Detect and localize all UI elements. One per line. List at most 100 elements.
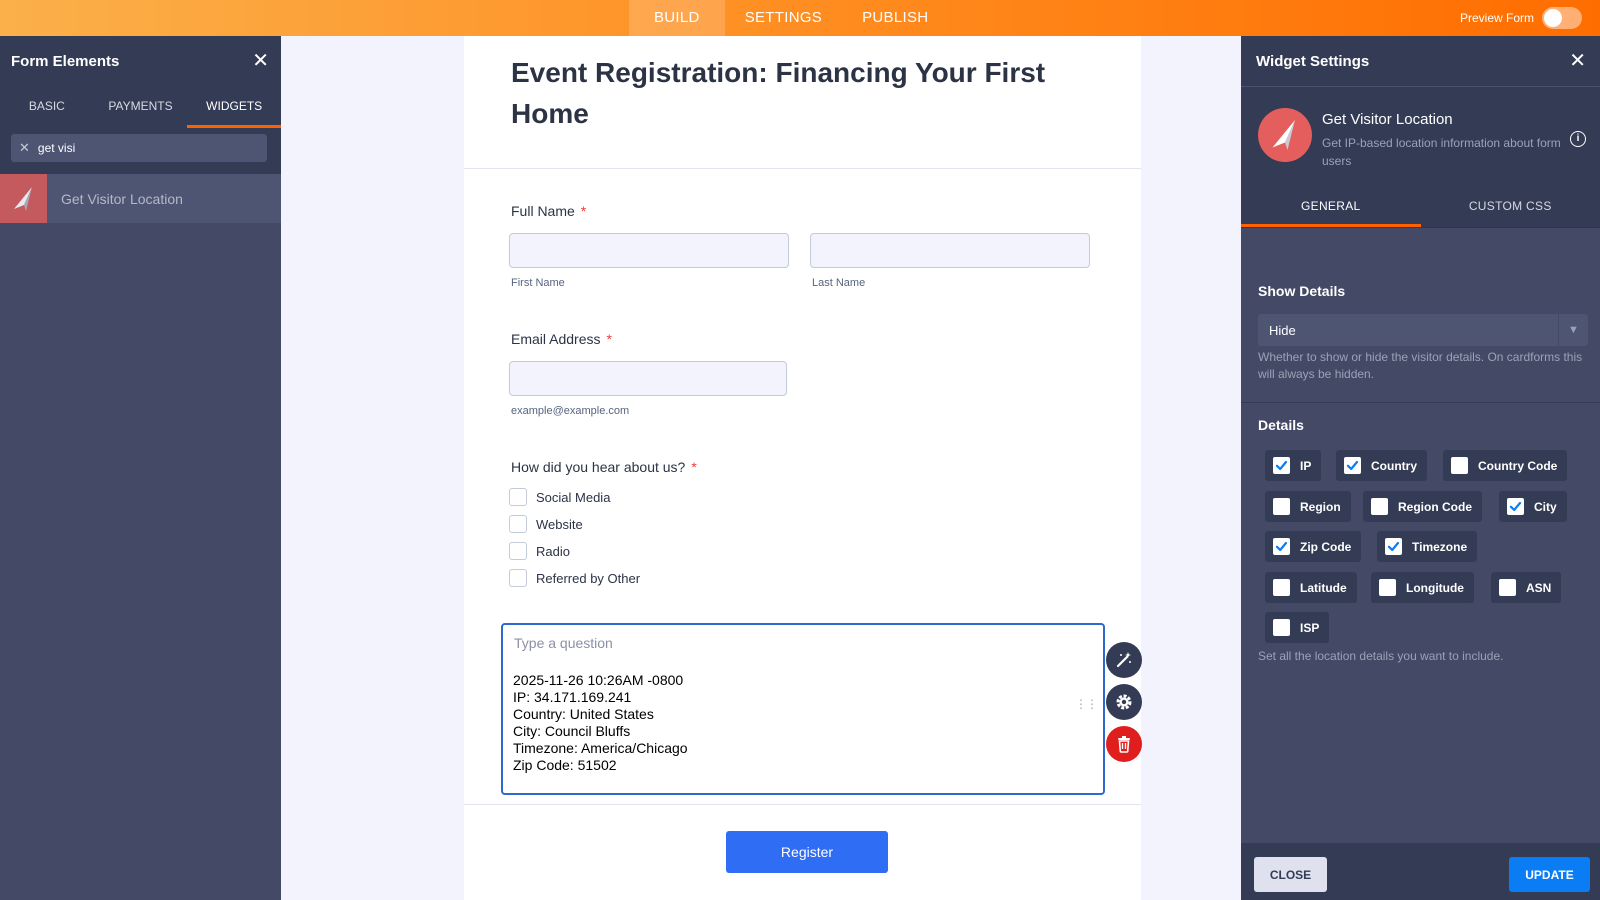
form-elements-tabs: BASIC PAYMENTS WIDGETS [0, 86, 282, 128]
close-button[interactable]: CLOSE [1254, 857, 1327, 892]
detail-label: Country [1371, 458, 1417, 473]
checkbox[interactable] [1371, 498, 1388, 515]
form-canvas: Event Registration: Financing Your First… [464, 36, 1141, 900]
required-mark: * [606, 331, 612, 347]
section-divider [1241, 402, 1600, 403]
details-help: Set all the location details you want to… [1258, 649, 1504, 663]
detail-label: Region Code [1398, 499, 1472, 514]
hear-about-label-text: How did you hear about us? [511, 459, 686, 475]
show-details-help: Whether to show or hide the visitor deta… [1258, 350, 1583, 381]
preview-form-label: Preview Form [1459, 11, 1534, 25]
detail-latitude[interactable]: Latitude [1265, 572, 1357, 603]
visitor-details: 2025-11-26 10:26AM -0800 IP: 34.171.169.2… [513, 672, 688, 774]
option-radio[interactable]: Radio [509, 542, 570, 560]
full-name-label-text: Full Name [511, 203, 575, 219]
info-icon[interactable]: i [1570, 131, 1586, 147]
checkbox[interactable] [509, 515, 527, 533]
close-icon[interactable]: ✕ [1569, 51, 1586, 71]
tab-widgets[interactable]: WIDGETS [187, 86, 282, 128]
detail-timezone[interactable]: Timezone [1377, 531, 1478, 562]
visitor-detail-line: 2025-11-26 10:26AM -0800 [513, 672, 684, 688]
tab-basic[interactable]: BASIC [0, 86, 94, 128]
tab-general[interactable]: GENERAL [1241, 186, 1421, 227]
checkbox[interactable] [1273, 457, 1290, 474]
email-label-text: Email Address [511, 331, 601, 347]
checkbox[interactable] [1451, 457, 1468, 474]
checkbox[interactable] [1273, 579, 1290, 596]
tab-payments[interactable]: PAYMENTS [94, 86, 188, 128]
tab-build[interactable]: BUILD [629, 0, 725, 36]
detail-country[interactable]: Country [1336, 450, 1427, 481]
detail-region[interactable]: Region [1265, 491, 1351, 522]
checkbox[interactable] [1273, 619, 1290, 636]
tab-settings[interactable]: SETTINGS [725, 0, 842, 36]
form-title[interactable]: Event Registration: Financing Your First… [511, 52, 1095, 134]
checkbox[interactable] [509, 569, 527, 587]
trash-icon [1118, 736, 1130, 753]
detail-label: Latitude [1300, 580, 1347, 595]
option-referred-by-other[interactable]: Referred by Other [509, 569, 640, 587]
email-input[interactable] [509, 361, 787, 396]
checkmark-icon [1275, 460, 1288, 471]
detail-label: IP [1300, 458, 1312, 473]
drag-handle-icon[interactable]: ⋮⋮ [1075, 698, 1098, 710]
show-details-select[interactable]: Hide ▼ [1258, 314, 1588, 346]
email-sublabel: example@example.com [511, 405, 630, 417]
tab-custom-css[interactable]: CUSTOM CSS [1421, 186, 1600, 227]
question-placeholder[interactable]: Type a question [514, 635, 613, 651]
checkmark-icon [1509, 501, 1522, 512]
visitor-detail-line: IP: 34.171.169.241 [513, 689, 632, 705]
register-button[interactable]: Register [726, 831, 888, 873]
top-bar: BUILD SETTINGS PUBLISH Preview Form [0, 0, 1600, 36]
detail-ip[interactable]: IP [1265, 450, 1322, 481]
email-label[interactable]: Email Address * [511, 331, 612, 347]
checkbox[interactable] [1379, 579, 1396, 596]
option-website[interactable]: Website [509, 515, 583, 533]
widget-settings-panel: Widget Settings ✕ Get Visitor Location G… [1241, 36, 1600, 900]
checkmark-icon [1387, 541, 1400, 552]
checkbox[interactable] [1344, 457, 1361, 474]
checkmark-icon [1275, 541, 1288, 552]
magic-wand-button[interactable] [1106, 642, 1142, 678]
delete-button[interactable] [1106, 726, 1142, 762]
gear-icon [1116, 694, 1132, 710]
first-name-input[interactable] [509, 233, 789, 268]
hear-about-label[interactable]: How did you hear about us? * [511, 459, 697, 475]
checkbox[interactable] [1385, 538, 1402, 555]
clear-search-icon[interactable]: ✕ [19, 140, 30, 156]
gear-button[interactable] [1106, 684, 1142, 720]
option-label: Referred by Other [536, 570, 641, 586]
detail-label: ASN [1526, 580, 1552, 595]
visitor-location-question[interactable]: Type a question 2025-11-26 10:26AM -0800… [501, 623, 1105, 795]
detail-zip-code[interactable]: Zip Code [1265, 531, 1362, 562]
detail-country-code[interactable]: Country Code [1443, 450, 1568, 481]
last-name-input[interactable] [810, 233, 1090, 268]
detail-longitude[interactable]: Longitude [1371, 572, 1474, 603]
search-input[interactable] [37, 141, 238, 155]
full-name-label[interactable]: Full Name * [511, 203, 586, 219]
close-icon[interactable]: ✕ [252, 51, 269, 71]
checkbox[interactable] [509, 542, 527, 560]
option-social-media[interactable]: Social Media [509, 488, 610, 506]
checkbox[interactable] [1273, 498, 1290, 515]
detail-city[interactable]: City [1499, 491, 1567, 522]
checkmark-icon [1346, 460, 1359, 471]
detail-label: Region [1300, 499, 1341, 514]
visitor-detail-line: City: Council Bluffs [513, 723, 631, 739]
widget-result-get-visitor-location[interactable]: Get Visitor Location [0, 174, 281, 223]
checkbox[interactable] [1273, 538, 1290, 555]
detail-isp[interactable]: ISP [1265, 612, 1330, 643]
checkbox[interactable] [1507, 498, 1524, 515]
toggle-knob [1544, 9, 1562, 27]
detail-asn[interactable]: ASN [1491, 572, 1562, 603]
update-button[interactable]: UPDATE [1509, 857, 1590, 892]
widget-settings-header: Widget Settings ✕ [1241, 36, 1600, 86]
checkbox[interactable] [1499, 579, 1516, 596]
visitor-detail-line: Timezone: America/Chicago [513, 740, 688, 756]
location-arrow-icon [1258, 108, 1312, 162]
tab-publish[interactable]: PUBLISH [842, 0, 948, 36]
preview-form-toggle[interactable] [1542, 7, 1582, 29]
details-label: Details [1258, 417, 1304, 433]
detail-region-code[interactable]: Region Code [1363, 491, 1482, 522]
checkbox[interactable] [509, 488, 527, 506]
